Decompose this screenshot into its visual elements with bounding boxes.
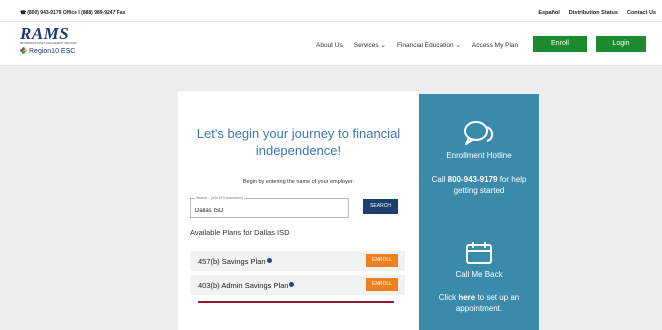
plan-name[interactable]: 457(b) Savings Plan	[198, 257, 272, 266]
plan-row: 457(b) Savings Plan ENROLL	[190, 251, 405, 271]
employer-search-card: Let's begin your journey to financial in…	[178, 91, 419, 330]
plan-name-text: 403(b) Admin Savings Plan	[198, 281, 289, 290]
region-flower-icon	[20, 47, 27, 54]
enrollment-hotline-title: Enrollment Hotline	[446, 151, 512, 160]
utility-links: Español Distribution Status Contact Us	[529, 10, 656, 16]
instruction-text: Begin by entering the name of your emplo…	[242, 179, 355, 185]
link-espanol[interactable]: Español	[538, 10, 559, 16]
phone-fax-text: (800) 943-9179 Office I (888) 989-9247 F…	[27, 10, 126, 16]
appointment-link[interactable]: here	[458, 293, 475, 302]
page-heading: Let's begin your journey to financial in…	[196, 126, 401, 158]
nav-services[interactable]: Services ⌄	[354, 42, 386, 49]
rams-logo[interactable]: RAMS RETIREMENT ASSET MANAGEMENT SERVICE…	[20, 25, 90, 61]
link-contact-us[interactable]: Contact Us	[627, 10, 656, 16]
nav-access-my-plan[interactable]: Access My Plan	[472, 42, 518, 49]
call-prefix: Call	[431, 175, 448, 184]
plan-name-text: 457(b) Savings Plan	[198, 257, 266, 266]
search-field-label: Search... (min of 3 characters)	[195, 196, 245, 200]
plan-enroll-button[interactable]: ENROLL	[366, 278, 398, 291]
region-label: Region10 ESC	[29, 48, 76, 55]
top-utility-bar: ☎(800) 943-9179 Office I (888) 989-9247 …	[0, 0, 662, 22]
search-button[interactable]: SEARCH	[363, 199, 398, 214]
plan-name[interactable]: 403(b) Admin Savings Plan	[198, 281, 295, 290]
phone-icon: ☎	[20, 10, 27, 16]
click-prefix: Click	[438, 293, 459, 302]
section-divider	[198, 301, 394, 303]
nav-about-us[interactable]: About Us	[316, 42, 343, 49]
enroll-button[interactable]: Enroll	[533, 36, 587, 52]
plan-row: 403(b) Admin Savings Plan ENROLL	[190, 275, 405, 295]
plan-enroll-button[interactable]: ENROLL	[366, 254, 398, 267]
hotline-phone-number[interactable]: 800-943-9179	[448, 175, 498, 184]
appointment-text: Click here to set up an appointment.	[419, 292, 539, 314]
contact-sidebar: Enrollment Hotline Call 800-943-9179 for…	[419, 94, 539, 330]
chat-bubbles-icon	[464, 121, 494, 145]
call-me-back-title: Call Me Back	[455, 270, 503, 279]
phone-fax-info: ☎(800) 943-9179 Office I (888) 989-9247 …	[20, 10, 125, 16]
available-plans-title: Available Plans for Dallas ISD	[190, 228, 290, 237]
info-icon[interactable]	[289, 282, 295, 287]
main-nav: About Us Services ⌄ Financial Education ⌄ A…	[316, 41, 529, 49]
call-hotline-text: Call 800-943-9179 for help getting start…	[419, 174, 539, 196]
employer-search-input[interactable]	[195, 206, 345, 215]
logo-tagline: RETIREMENT ASSET MANAGEMENT SERVICES	[20, 42, 77, 45]
calendar-icon	[466, 242, 492, 264]
link-distribution-status[interactable]: Distribution Status	[569, 10, 618, 16]
info-icon[interactable]	[266, 258, 272, 263]
nav-financial-education[interactable]: Financial Education ⌄	[397, 42, 461, 49]
employer-search-field[interactable]: Search... (min of 3 characters)	[190, 196, 349, 218]
login-button[interactable]: Login	[596, 36, 646, 52]
logo-wordmark: RAMS	[20, 24, 70, 43]
region-logo: Region10 ESC	[20, 47, 90, 55]
main-header: RAMS RETIREMENT ASSET MANAGEMENT SERVICE…	[0, 22, 662, 66]
